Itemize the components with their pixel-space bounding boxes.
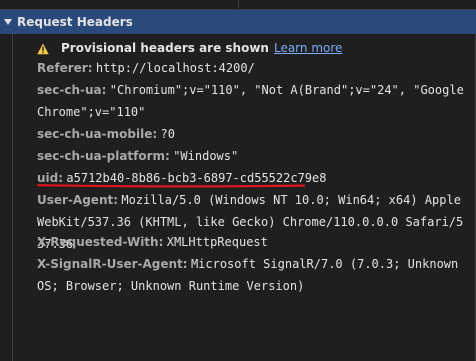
header-name: X-SignalR-User-Agent: bbox=[37, 257, 188, 271]
header-name: sec-ch-ua-mobile: bbox=[37, 127, 158, 141]
header-name: uid: bbox=[37, 171, 64, 185]
section-title: Request Headers bbox=[17, 15, 133, 29]
header-value: ?0 bbox=[160, 127, 175, 141]
header-value: XMLHttpRequest bbox=[166, 235, 268, 249]
header-row-x-requested-with: X-Requested-With: XMLHttpRequest bbox=[37, 231, 467, 253]
header-row-sec-ch-ua-mobile: sec-ch-ua-mobile: ?0 bbox=[37, 123, 467, 145]
warning-triangle-icon bbox=[37, 42, 49, 55]
header-value: http://localhost:4200/ bbox=[95, 61, 255, 75]
header-name: Referer: bbox=[37, 61, 93, 75]
header-row-sec-ch-ua: sec-ch-ua: "Chromium";v="110", "Not A(Br… bbox=[37, 79, 467, 123]
header-name: X-Requested-With: bbox=[37, 235, 164, 249]
header-row-x-signalr-user-agent: X-SignalR-User-Agent: Microsoft SignalR/… bbox=[37, 253, 467, 297]
top-toolbar-strip bbox=[0, 0, 476, 10]
request-headers-list: Provisional headers are shown Learn more… bbox=[0, 34, 476, 361]
header-value: a5712b40-8b86-bcb3-6897-cd55522c79e8 bbox=[66, 171, 327, 185]
header-name: User-Agent: bbox=[37, 193, 119, 207]
toolbar-divider bbox=[238, 0, 239, 9]
learn-more-link[interactable]: Learn more bbox=[274, 41, 342, 55]
header-name: sec-ch-ua-platform: bbox=[37, 149, 170, 163]
header-row-sec-ch-ua-platform: sec-ch-ua-platform: "Windows" bbox=[37, 145, 467, 167]
header-value: "Windows" bbox=[173, 149, 239, 163]
left-border bbox=[12, 34, 13, 361]
header-row-referer: Referer: http://localhost:4200/ bbox=[37, 57, 467, 79]
triangle-down-icon bbox=[4, 19, 12, 25]
header-name: sec-ch-ua: bbox=[37, 83, 107, 97]
annotation-underline bbox=[37, 184, 305, 188]
provisional-headers-warning: Provisional headers are shown Learn more bbox=[37, 39, 342, 57]
warning-text: Provisional headers are shown bbox=[61, 41, 269, 55]
request-headers-section-toggle[interactable]: Request Headers bbox=[0, 10, 476, 34]
